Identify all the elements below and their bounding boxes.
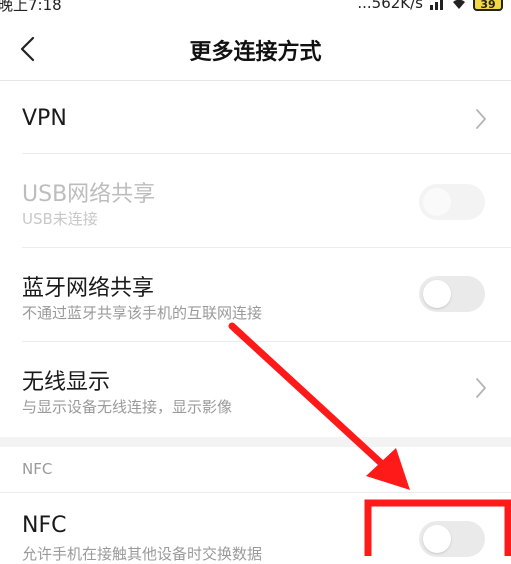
network-speed: ...562K/s	[357, 0, 423, 12]
status-bar: 晚上7:18 ...562K/s 39	[0, 0, 511, 14]
usb-tethering-title: USB网络共享	[22, 182, 156, 207]
settings-row-nfc[interactable]: NFC 允许手机在接触其他设备时交换数据	[0, 492, 511, 563]
toggle-knob	[423, 188, 451, 216]
section-gap	[0, 437, 511, 447]
chevron-right-icon	[476, 378, 486, 398]
header-divider	[0, 80, 511, 81]
nfc-title: NFC	[22, 513, 67, 538]
bluetooth-tethering-subtitle: 不通过蓝牙共享该手机的互联网连接	[22, 304, 263, 322]
battery-icon: 39	[473, 0, 503, 11]
settings-row-vpn[interactable]: VPN	[0, 82, 511, 154]
wireless-display-title: 无线显示	[22, 370, 111, 395]
signal-icon	[430, 0, 443, 10]
bluetooth-tethering-toggle[interactable]	[419, 276, 485, 312]
toggle-knob	[423, 280, 451, 308]
nfc-toggle[interactable]	[419, 521, 485, 557]
wifi-icon	[453, 0, 465, 9]
chevron-right-icon	[476, 109, 486, 129]
usb-tethering-subtitle: USB未连接	[22, 210, 98, 228]
status-icons: ...562K/s 39	[357, 0, 503, 12]
toggle-knob	[423, 525, 451, 553]
usb-tethering-toggle[interactable]	[419, 184, 485, 220]
settings-row-bluetooth-tethering[interactable]: 蓝牙网络共享 不通过蓝牙共享该手机的互联网连接	[0, 248, 511, 342]
vpn-title: VPN	[22, 106, 67, 131]
status-time: 晚上7:18	[0, 0, 62, 14]
annotation-arrow-head	[366, 448, 410, 490]
settings-row-wireless-display[interactable]: 无线显示 与显示设备无线连接，显示影像	[0, 342, 511, 437]
page-title: 更多连接方式	[189, 40, 322, 65]
section-header-nfc: NFC	[22, 460, 53, 478]
header: 更多连接方式	[0, 14, 511, 84]
settings-row-usb-tethering[interactable]: USB网络共享 USB未连接	[0, 154, 511, 248]
bluetooth-tethering-title: 蓝牙网络共享	[22, 276, 155, 301]
wireless-display-subtitle: 与显示设备无线连接，显示影像	[22, 398, 233, 416]
nfc-subtitle: 允许手机在接触其他设备时交换数据	[22, 545, 263, 563]
